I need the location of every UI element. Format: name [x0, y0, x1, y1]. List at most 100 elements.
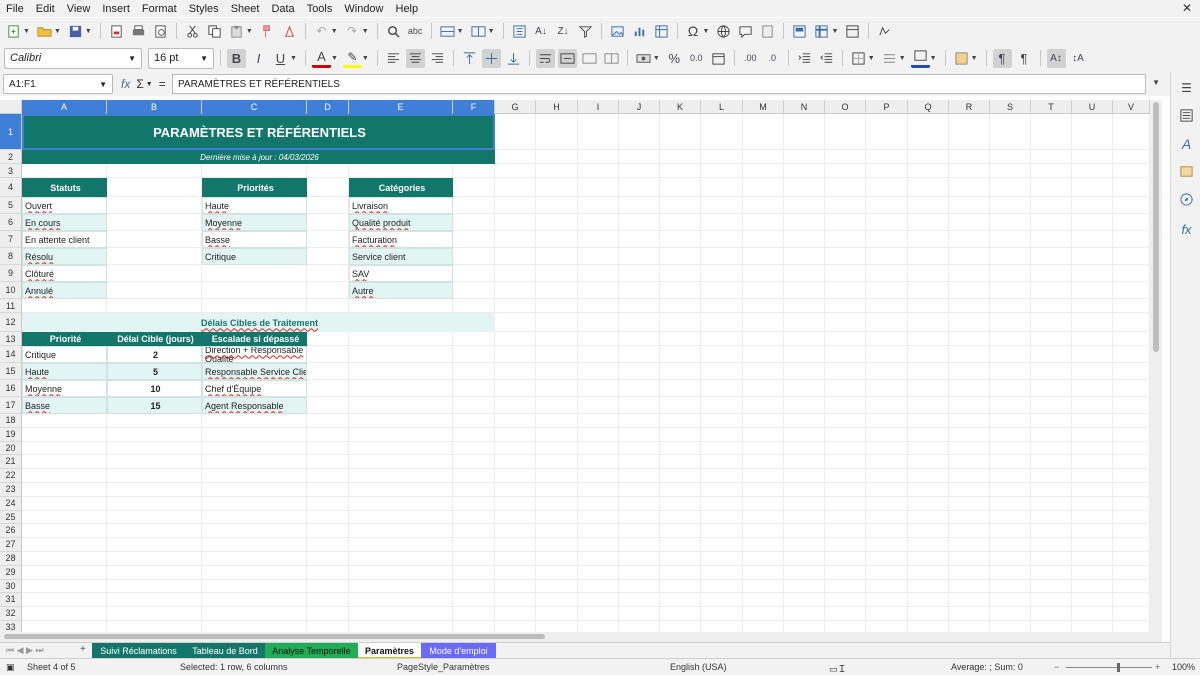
row-header-5[interactable]: 5: [0, 197, 21, 214]
increase-indent-icon[interactable]: [795, 49, 814, 68]
save-icon[interactable]: [66, 22, 85, 41]
delete-decimal-icon[interactable]: .0: [763, 49, 782, 68]
row-header-1[interactable]: 1: [0, 114, 21, 150]
column-header-r[interactable]: R: [949, 100, 990, 114]
delais-header[interactable]: Escalade si dépassé: [202, 332, 307, 346]
row-header-29[interactable]: 29: [0, 566, 21, 580]
highlight-dropdown-icon[interactable]: ▼: [362, 55, 369, 62]
pivot-table-icon[interactable]: [652, 22, 671, 41]
row-header-24[interactable]: 24: [0, 497, 21, 511]
border-color-icon[interactable]: [910, 49, 930, 68]
number-format-icon[interactable]: 0.0: [687, 49, 706, 68]
italic-icon[interactable]: I: [249, 49, 268, 68]
name-box-dropdown-icon[interactable]: ▼: [99, 80, 107, 89]
add-decimal-icon[interactable]: .00: [741, 49, 760, 68]
row-header-3[interactable]: 3: [0, 164, 21, 178]
column-header-t[interactable]: T: [1031, 100, 1072, 114]
special-character-icon[interactable]: Ω: [684, 22, 703, 41]
spreadsheet-grid[interactable]: ABCDEFGHIJKLMNOPQRSTUV 1 2 3 4 5 6 7 8 9 10 11 12 13…: [0, 100, 1150, 632]
column-header-m[interactable]: M: [743, 100, 784, 114]
priorite-cell[interactable]: Haute: [202, 197, 307, 214]
categorie-cell[interactable]: Facturation: [349, 231, 453, 248]
column-header-u[interactable]: U: [1072, 100, 1113, 114]
sheet-tab[interactable]: Suivi Réclamations: [92, 643, 185, 659]
menu-item-sheet[interactable]: Sheet: [231, 3, 260, 15]
date-format-icon[interactable]: [709, 49, 728, 68]
undo-dropdown-icon[interactable]: ▼: [331, 28, 338, 35]
row-icon[interactable]: [438, 22, 457, 41]
freeze-rows-columns-icon[interactable]: [812, 22, 831, 41]
font-size-dropdown-icon[interactable]: ▼: [200, 54, 208, 63]
row-header-16[interactable]: 16: [0, 380, 21, 397]
percent-format-icon[interactable]: %: [665, 49, 684, 68]
conditional-dropdown-icon[interactable]: ▼: [971, 55, 978, 62]
merge-cells-icon[interactable]: [580, 49, 599, 68]
zoom-out-icon[interactable]: −: [1054, 662, 1059, 672]
insert-image-icon[interactable]: [608, 22, 627, 41]
special-character-dropdown-icon[interactable]: ▼: [703, 28, 710, 35]
bold-icon[interactable]: B: [227, 48, 246, 68]
priorite-cell[interactable]: Moyenne: [202, 214, 307, 231]
delais-title[interactable]: Délais Cibles de Traitement: [22, 313, 495, 332]
sheet-tab[interactable]: Paramètres: [358, 643, 421, 659]
column-header-q[interactable]: Q: [908, 100, 949, 114]
font-color-icon[interactable]: A: [311, 49, 331, 68]
vertical-text-icon[interactable]: ↕A: [1069, 49, 1088, 68]
new-dropdown-icon[interactable]: ▼: [23, 28, 30, 35]
priorite-cell[interactable]: Critique: [202, 248, 307, 265]
statut-cell[interactable]: Ouvert: [22, 197, 107, 214]
print-icon[interactable]: [129, 22, 148, 41]
autofilter-icon[interactable]: [576, 22, 595, 41]
properties-icon[interactable]: [1177, 106, 1196, 125]
statuts-header[interactable]: Statuts: [22, 178, 107, 197]
underline-dropdown-icon[interactable]: ▼: [290, 55, 297, 62]
spelling-icon[interactable]: abc: [406, 22, 425, 41]
redo-dropdown-icon[interactable]: ▼: [362, 28, 369, 35]
text-rotation-icon[interactable]: A↕: [1046, 48, 1066, 68]
row-header-13[interactable]: 13: [0, 332, 21, 346]
row-header-11[interactable]: 11: [0, 299, 21, 313]
row-header-21[interactable]: 21: [0, 455, 21, 470]
delais-jours[interactable]: 10: [107, 380, 202, 397]
menu-item-data[interactable]: Data: [271, 3, 294, 15]
column-header-f[interactable]: F: [453, 100, 495, 114]
row-header-19[interactable]: 19: [0, 428, 21, 442]
row-header-28[interactable]: 28: [0, 552, 21, 566]
statut-cell[interactable]: Annulé: [22, 282, 107, 299]
column-header-l[interactable]: L: [701, 100, 743, 114]
function-wizard-icon[interactable]: fx: [121, 77, 130, 91]
row-header-4[interactable]: 4: [0, 178, 21, 197]
find-replace-icon[interactable]: [384, 22, 403, 41]
clone-formatting-icon[interactable]: [258, 22, 277, 41]
row-header-25[interactable]: 25: [0, 511, 21, 525]
font-color-dropdown-icon[interactable]: ▼: [331, 55, 338, 62]
row-header-31[interactable]: 31: [0, 593, 21, 608]
delais-escalade[interactable]: Agent Responsable: [202, 397, 307, 414]
conditional-format-icon[interactable]: [952, 49, 971, 68]
wrap-text-icon[interactable]: [535, 48, 555, 68]
row-header-10[interactable]: 10: [0, 282, 21, 299]
menu-item-format[interactable]: Format: [142, 3, 177, 15]
menu-item-edit[interactable]: Edit: [36, 3, 55, 15]
priorites-header[interactable]: Priorités: [202, 178, 307, 197]
hyperlink-icon[interactable]: [714, 22, 733, 41]
currency-dropdown-icon[interactable]: ▼: [653, 55, 660, 62]
borders-dropdown-icon[interactable]: ▼: [868, 55, 875, 62]
row-header-18[interactable]: 18: [0, 414, 21, 428]
text-direction-ltr-icon[interactable]: ¶: [992, 48, 1012, 68]
row-header-12[interactable]: 12: [0, 313, 21, 332]
row-header-17[interactable]: 17: [0, 397, 21, 414]
delais-priorite[interactable]: Haute: [22, 363, 107, 380]
clear-formatting-icon[interactable]: [280, 22, 299, 41]
paste-dropdown-icon[interactable]: ▼: [246, 28, 253, 35]
sheet-tab[interactable]: Mode d'emploi: [421, 643, 496, 659]
print-preview-icon[interactable]: [151, 22, 170, 41]
row-header-30[interactable]: 30: [0, 580, 21, 594]
comment-icon[interactable]: [736, 22, 755, 41]
save-dropdown-icon[interactable]: ▼: [85, 28, 92, 35]
statut-cell[interactable]: En cours: [22, 214, 107, 231]
row-header-27[interactable]: 27: [0, 538, 21, 552]
formula-equals-icon[interactable]: =: [159, 77, 166, 91]
delais-jours[interactable]: 5: [107, 363, 202, 380]
column-header-a[interactable]: A: [22, 100, 107, 114]
